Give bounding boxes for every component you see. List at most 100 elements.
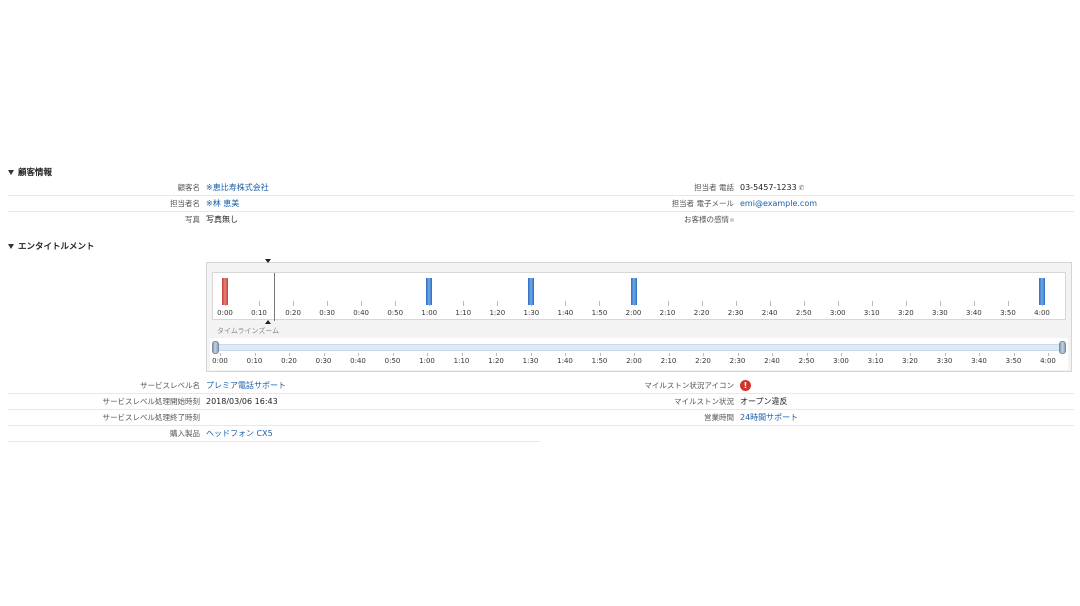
contact-email-link[interactable]: emi@example.com — [740, 196, 817, 212]
timeline-tick-label: 2:00 — [625, 309, 642, 317]
timeline-tick-label: 3:00 — [829, 309, 846, 317]
contact-email-label: 担当者 電子メール — [671, 199, 734, 208]
zoom-tick — [565, 353, 566, 356]
timeline-tick — [497, 301, 499, 306]
zoom-tick — [841, 353, 842, 356]
customer-name-link[interactable]: ※恵比寿株式会社 — [206, 180, 269, 196]
sentiment-dot-icon — [730, 218, 734, 222]
zoom-tick-label: 3:10 — [867, 357, 884, 365]
zoom-track[interactable] — [216, 344, 1062, 351]
zoom-tick — [668, 353, 670, 356]
timeline-tick — [769, 301, 771, 306]
timeline-tick — [939, 301, 941, 306]
zoom-tick — [806, 353, 808, 356]
timeline-zoom-slider[interactable]: 0:00 0:10 0:20 0:30 0:40 0:50 1:00 1:10 1:20 1:30… — [210, 338, 1068, 370]
milestone-marker[interactable] — [426, 278, 433, 305]
timeline-tick-label: 0:00 — [217, 309, 233, 317]
service-start-label: サービスレベル処理開始時刻 — [102, 397, 201, 406]
service-level-name-link[interactable]: プレミア電話サポート — [206, 378, 286, 394]
zoom-tick-label: 2:40 — [764, 357, 780, 365]
milestone-marker[interactable] — [1039, 278, 1045, 305]
zoom-tick-label: 3:40 — [971, 357, 987, 365]
timeline-cursor[interactable] — [274, 273, 275, 321]
milestone-marker[interactable] — [528, 278, 535, 305]
zoom-handle-left[interactable] — [212, 341, 219, 354]
zoom-tick-label: 3:50 — [1005, 357, 1022, 365]
zoom-tick — [703, 353, 704, 356]
zoom-tick-label: 0:10 — [246, 357, 263, 365]
customer-section-header[interactable]: 顧客情報 — [8, 166, 52, 178]
cursor-bottom-marker-icon[interactable] — [265, 320, 271, 324]
zoom-tick-label: 0:50 — [384, 357, 401, 365]
purchased-product-link[interactable]: ヘッドフォン CX5 — [206, 426, 273, 442]
zoom-tick — [1048, 353, 1049, 356]
timeline-tick — [803, 301, 805, 306]
timeline-tick-label: 1:20 — [489, 309, 506, 317]
zoom-tick — [634, 353, 635, 356]
phone-icon[interactable]: ✆ — [799, 180, 805, 196]
collapse-triangle-icon[interactable] — [8, 243, 14, 249]
photo-value: 写真無し — [206, 215, 238, 224]
zoom-tick-label: 1:50 — [591, 357, 608, 365]
timeline-tick — [327, 301, 329, 306]
timeline-tick-label: 3:40 — [966, 309, 982, 317]
zoom-tick-label: 1:30 — [522, 357, 539, 365]
entitlement-section-header[interactable]: エンタイトルメント — [8, 240, 95, 252]
timeline-tick-label: 1:00 — [421, 309, 438, 317]
timeline-tick-label: 2:50 — [795, 309, 812, 317]
zoom-tick — [323, 353, 325, 356]
timeline-zoom-label: タイムラインズーム — [217, 327, 280, 335]
milestone-status-icon-label: マイルストン状況アイコン — [644, 381, 734, 390]
zoom-handle-right[interactable] — [1059, 341, 1066, 354]
zoom-tick-label: 0:30 — [315, 357, 332, 365]
timeline-tick-label: 0:10 — [251, 309, 267, 317]
milestone-status-label: マイルストン状況 — [674, 397, 734, 406]
zoom-tick-label: 3:30 — [936, 357, 953, 365]
alert-icon: ! — [740, 380, 751, 391]
timeline-tick — [361, 301, 363, 306]
business-hours-label: 営業時間 — [704, 413, 734, 422]
zoom-tick-label: 1:00 — [419, 357, 435, 365]
business-hours-link[interactable]: 24時間サポート — [740, 410, 798, 426]
collapse-triangle-icon[interactable] — [8, 169, 14, 175]
customer-row-3: 写真 写真無し お客様の感情 — [8, 212, 1074, 228]
timeline-tick — [973, 301, 975, 306]
milestone-marker[interactable] — [222, 278, 228, 305]
zoom-tick-label: 0:40 — [350, 357, 366, 365]
service-start-value: 2018/03/06 16:43 — [206, 397, 278, 406]
zoom-tick — [944, 353, 946, 356]
zoom-tick-label: 1:40 — [557, 357, 573, 365]
timeline-tick-label: 0:40 — [353, 309, 370, 317]
timeline-tick — [565, 301, 567, 306]
milestone-marker[interactable] — [630, 278, 637, 305]
zoom-tick — [979, 353, 980, 356]
timeline-tick-label: 0:50 — [387, 309, 404, 317]
zoom-tick — [1013, 353, 1015, 356]
zoom-tick — [910, 353, 911, 356]
cursor-top-marker-icon[interactable] — [265, 259, 271, 263]
timeline-tick-label: 4:00 — [1034, 309, 1050, 317]
service-row-3: サービスレベル処理終了時刻 営業時間 24時間サポート — [8, 410, 1074, 426]
zoom-tick — [427, 353, 428, 356]
zoom-tick-label: 2:50 — [798, 357, 815, 365]
customer-name-label: 顧客名 — [177, 183, 201, 192]
timeline-chart[interactable]: 0:00 0:10 0:20 0:30 0:40 0:50 1:00 1:10 1:20 1:30… — [212, 272, 1066, 321]
contact-phone-label: 担当者 電話 — [694, 183, 734, 192]
milestone-status-icon-value: ! — [740, 378, 751, 394]
timeline-tick-label: 1:50 — [591, 309, 608, 317]
timeline-tick — [735, 301, 737, 306]
zoom-tick-label: 2:00 — [626, 357, 642, 365]
zoom-tick-label: 2:30 — [729, 357, 746, 365]
timeline-tick-label: 3:20 — [897, 309, 914, 317]
contact-name-label: 担当者名 — [170, 199, 200, 208]
timeline-tick — [667, 301, 669, 306]
service-row-4: 購入製品 ヘッドフォン CX5 — [8, 426, 540, 442]
zoom-tick-label: 4:00 — [1040, 357, 1056, 365]
timeline-tick-label: 2:10 — [659, 309, 676, 317]
timeline-tick — [395, 301, 397, 306]
service-row-1: サービスレベル名 プレミア電話サポート マイルストン状況アイコン ! — [8, 378, 1074, 394]
timeline-tick — [1007, 301, 1009, 306]
zoom-tick — [392, 353, 394, 356]
contact-name-link[interactable]: ※林 恵美 — [206, 196, 239, 212]
timeline-tick — [905, 301, 907, 306]
